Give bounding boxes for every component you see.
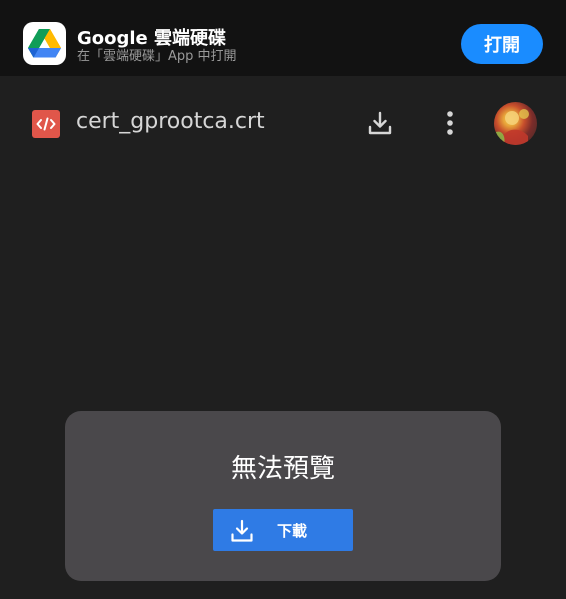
download-button-label: 下載 — [277, 523, 308, 540]
download-icon[interactable] — [364, 107, 396, 139]
account-avatar[interactable] — [494, 102, 537, 145]
download-button[interactable]: 下載 — [213, 509, 353, 551]
download-icon — [229, 518, 255, 544]
no-preview-card: 無法預覽 下載 — [65, 411, 501, 581]
open-in-app-button[interactable]: 打開 — [461, 24, 543, 64]
no-preview-message: 無法預覽 — [230, 454, 335, 484]
app-install-banner: Google 雲端硬碟 在「雲端硬碟」App 中打開 打開 — [0, 0, 566, 76]
code-file-icon — [32, 110, 60, 138]
more-vert-icon[interactable] — [436, 107, 464, 139]
drive-file-viewer-page: Google 雲端硬碟 在「雲端硬碟」App 中打開 打開 cert_gproo… — [0, 0, 566, 599]
file-name: cert_gprootca.crt — [76, 109, 265, 134]
app-banner-subtitle: 在「雲端硬碟」App 中打開 — [77, 49, 237, 64]
google-drive-icon — [23, 22, 66, 65]
